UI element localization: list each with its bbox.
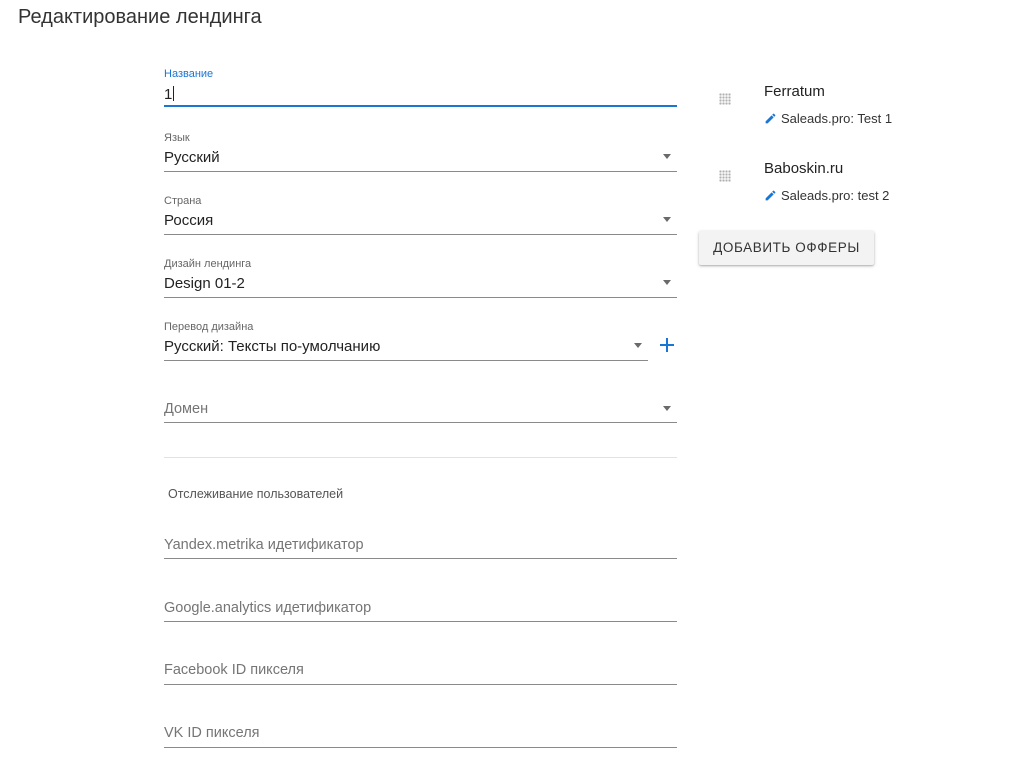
drag-handle-icon[interactable] — [719, 93, 731, 105]
name-field[interactable]: Название 1 — [164, 68, 677, 108]
pencil-icon[interactable] — [764, 112, 777, 125]
pencil-icon[interactable] — [764, 189, 777, 202]
design-translation-underline — [164, 360, 648, 361]
google-analytics-underline — [164, 621, 677, 622]
domain-underline — [164, 422, 677, 423]
offer-subtitle: Saleads.pro: test 2 — [781, 188, 890, 203]
design-translation-value: Русский: Тексты по-умолчанию — [164, 338, 381, 355]
section-divider — [164, 457, 677, 458]
page-title: Редактирование лендинга — [18, 6, 262, 28]
language-select[interactable]: Язык Русский — [164, 132, 677, 172]
yandex-metrika-placeholder: Yandex.metrika идетификатор — [164, 537, 364, 553]
offer-name: Baboskin.ru — [764, 160, 844, 177]
offer-edit-link[interactable]: Saleads.pro: Test 1 — [764, 111, 892, 126]
add-offers-button[interactable]: ДОБАВИТЬ ОФФЕРЫ — [699, 231, 874, 265]
design-value: Design 01-2 — [164, 275, 245, 292]
country-value: Россия — [164, 212, 214, 229]
offer-subtitle: Saleads.pro: Test 1 — [781, 111, 893, 126]
vk-pixel-placeholder: VK ID пикселя — [164, 725, 260, 741]
domain-select[interactable]: Домен — [164, 384, 677, 424]
country-label: Страна — [164, 195, 202, 207]
language-underline — [164, 171, 677, 172]
google-analytics-input[interactable]: Google.analytics идетификатор — [164, 583, 677, 623]
yandex-metrika-input[interactable]: Yandex.metrika идетификатор — [164, 520, 677, 560]
domain-placeholder: Домен — [164, 401, 209, 417]
vk-pixel-underline — [164, 747, 677, 748]
design-translation-select[interactable]: Перевод дизайна Русский: Тексты по-умолч… — [164, 321, 648, 361]
offer-item: Baboskin.ru Saleads.pro: test 2 — [716, 160, 916, 237]
facebook-pixel-placeholder: Facebook ID пикселя — [164, 662, 304, 678]
google-analytics-placeholder: Google.analytics идетификатор — [164, 600, 372, 616]
offer-name: Ferratum — [764, 83, 825, 100]
offer-edit-link[interactable]: Saleads.pro: test 2 — [764, 188, 889, 203]
language-value: Русский — [164, 149, 220, 166]
arrow-drop-down-icon[interactable] — [663, 280, 671, 285]
design-underline — [164, 297, 677, 298]
name-underline — [164, 105, 677, 107]
arrow-drop-down-icon[interactable] — [634, 343, 642, 348]
language-label: Язык — [164, 132, 190, 144]
arrow-drop-down-icon[interactable] — [663, 406, 671, 411]
country-underline — [164, 234, 677, 235]
name-input-wrap[interactable]: 1 — [164, 86, 175, 103]
name-label: Название — [164, 68, 214, 80]
text-cursor — [173, 86, 175, 101]
arrow-drop-down-icon[interactable] — [663, 154, 671, 159]
arrow-drop-down-icon[interactable] — [663, 217, 671, 222]
drag-handle-icon[interactable] — [719, 170, 731, 182]
name-input[interactable]: 1 — [164, 86, 172, 103]
add-translation-plus-icon[interactable] — [659, 337, 675, 353]
vk-pixel-input[interactable]: VK ID пикселя — [164, 708, 677, 749]
design-label: Дизайн лендинга — [164, 258, 252, 270]
offer-item: Ferratum Saleads.pro: Test 1 — [716, 83, 916, 160]
design-select[interactable]: Дизайн лендинга Design 01-2 — [164, 258, 677, 298]
facebook-pixel-underline — [164, 684, 677, 685]
country-select[interactable]: Страна Россия — [164, 195, 677, 235]
yandex-metrika-underline — [164, 558, 677, 559]
facebook-pixel-input[interactable]: Facebook ID пикселя — [164, 645, 677, 686]
design-translation-label: Перевод дизайна — [164, 321, 254, 333]
tracking-section-label: Отслеживание пользователей — [168, 487, 344, 501]
